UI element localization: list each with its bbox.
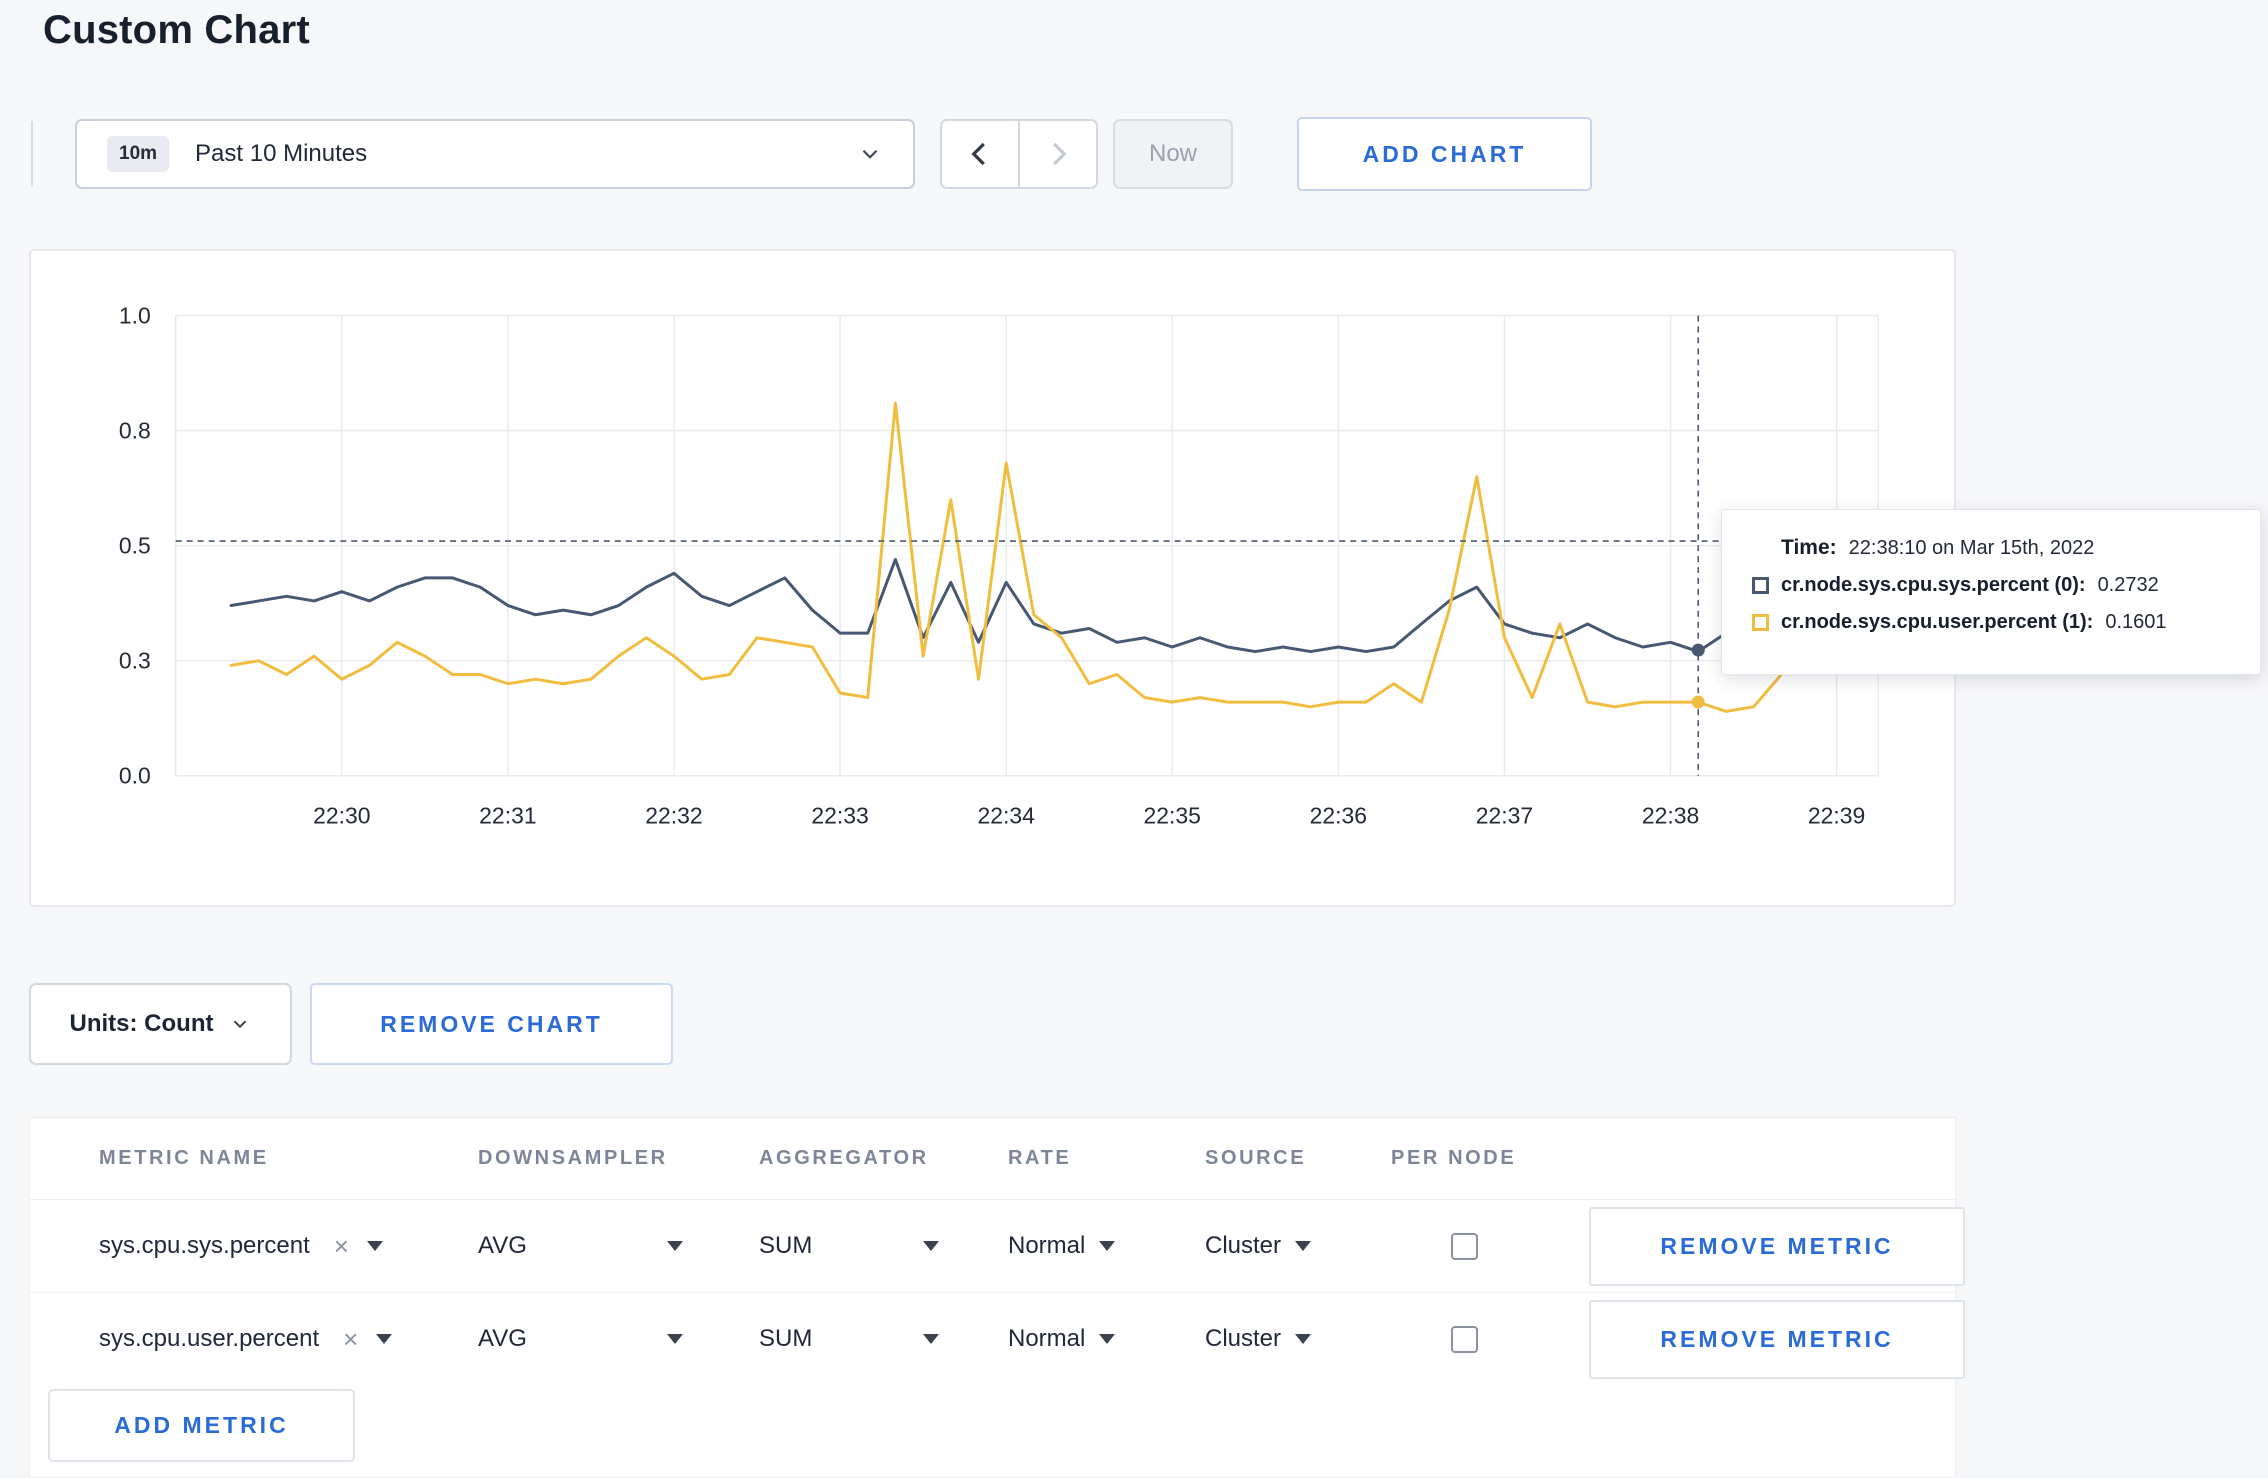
series-swatch-sys-icon: [1752, 577, 1769, 594]
metric-name-label: sys.cpu.user.percent: [99, 1325, 320, 1352]
remove-chart-button[interactable]: REMOVE CHART: [310, 983, 673, 1065]
series-swatch-user-icon: [1752, 614, 1769, 631]
now-button[interactable]: Now: [1113, 119, 1233, 189]
caret-down-icon: [366, 1241, 383, 1251]
add-chart-button[interactable]: ADD CHART: [1297, 117, 1592, 191]
tooltip-series-name: cr.node.sys.cpu.user.percent (1):: [1781, 611, 2094, 633]
table-row: sys.cpu.user.percent × AVG SUM Normal Cl…: [30, 1292, 1965, 1385]
svg-text:22:37: 22:37: [1476, 803, 1533, 829]
metric-rows: sys.cpu.sys.percent × AVG SUM Normal Clu…: [30, 1199, 1965, 1385]
tooltip-series-value: 0.1601: [2105, 611, 2167, 633]
svg-text:22:38: 22:38: [1642, 803, 1699, 829]
tooltip-time-row: Time: 22:38:10 on Mar 15th, 2022: [1752, 536, 2230, 560]
downsampler-value: AVG: [478, 1325, 527, 1352]
time-window-label: Past 10 Minutes: [195, 140, 368, 167]
downsampler-value: AVG: [478, 1232, 527, 1259]
col-header-rate: RATE: [1008, 1147, 1072, 1169]
metrics-table-header: METRIC NAME DOWNSAMPLER AGGREGATOR RATE …: [30, 1118, 1955, 1199]
tooltip-series-row: cr.node.sys.cpu.sys.percent (0): 0.2732: [1752, 574, 2230, 597]
chart-panel: 22:30 22:31 22:32 22:33 22:34 22:35 22:36 22:37…: [29, 249, 1956, 907]
rate-select[interactable]: Normal: [1008, 1325, 1116, 1353]
aggregator-select[interactable]: SUM: [759, 1325, 939, 1353]
col-header-per-node: PER NODE: [1391, 1147, 1517, 1169]
rate-value: Normal: [1008, 1325, 1086, 1352]
chevron-down-icon: [229, 1013, 251, 1035]
svg-text:22:39: 22:39: [1808, 803, 1865, 829]
downsampler-select[interactable]: AVG: [478, 1232, 683, 1260]
clear-metric-x-icon[interactable]: ×: [343, 1326, 358, 1352]
time-window-dropdown[interactable]: 10m Past 10 Minutes: [75, 119, 915, 189]
svg-text:22:33: 22:33: [811, 803, 868, 829]
clear-metric-x-icon[interactable]: ×: [334, 1233, 349, 1259]
chevron-down-icon: [857, 141, 883, 167]
caret-down-icon: [376, 1334, 393, 1344]
col-header-downsampler: DOWNSAMPLER: [478, 1147, 668, 1169]
chevron-left-icon: [965, 139, 995, 169]
chart-tooltip: Time: 22:38:10 on Mar 15th, 2022 cr.node…: [1721, 509, 2261, 675]
units-dropdown-label: Units: Count: [69, 1010, 214, 1037]
svg-text:22:36: 22:36: [1310, 803, 1367, 829]
svg-text:1.0: 1.0: [119, 303, 151, 329]
chevron-right-icon: [1043, 139, 1073, 169]
time-next-button[interactable]: [1018, 119, 1098, 189]
units-dropdown[interactable]: Units: Count: [29, 983, 292, 1065]
col-header-aggregator: AGGREGATOR: [759, 1147, 929, 1169]
table-row: sys.cpu.sys.percent × AVG SUM Normal Clu…: [30, 1199, 1965, 1292]
source-value: Cluster: [1205, 1232, 1282, 1259]
svg-text:0.5: 0.5: [119, 533, 151, 559]
svg-text:22:30: 22:30: [313, 803, 370, 829]
per-node-checkbox[interactable]: [1451, 1232, 1478, 1260]
aggregator-value: SUM: [759, 1325, 813, 1352]
remove-metric-button[interactable]: REMOVE METRIC: [1589, 1299, 1965, 1379]
downsampler-select[interactable]: AVG: [478, 1325, 683, 1353]
metric-name-label: sys.cpu.sys.percent: [99, 1232, 310, 1259]
aggregator-select[interactable]: SUM: [759, 1232, 939, 1260]
svg-text:0.0: 0.0: [119, 763, 151, 789]
time-prev-button[interactable]: [940, 119, 1020, 189]
caret-down-icon: [1295, 1334, 1312, 1344]
svg-text:0.8: 0.8: [119, 418, 151, 444]
chart-canvas[interactable]: 22:30 22:31 22:32 22:33 22:34 22:35 22:36 22:37…: [31, 251, 1954, 905]
caret-down-icon: [1099, 1334, 1116, 1344]
svg-text:0.3: 0.3: [119, 648, 151, 674]
toolbar-divider: [31, 121, 33, 187]
add-metric-button[interactable]: ADD METRIC: [48, 1389, 355, 1462]
svg-text:22:34: 22:34: [977, 803, 1035, 829]
tooltip-time-value: 22:38:10 on Mar 15th, 2022: [1848, 536, 2095, 559]
svg-text:22:31: 22:31: [479, 803, 536, 829]
metric-name-select[interactable]: sys.cpu.sys.percent ×: [99, 1232, 383, 1260]
source-select[interactable]: Cluster: [1205, 1232, 1312, 1260]
svg-text:22:32: 22:32: [645, 803, 702, 829]
caret-down-icon: [923, 1334, 939, 1344]
tooltip-series-name: cr.node.sys.cpu.sys.percent (0):: [1781, 574, 2086, 596]
tooltip-series-row: cr.node.sys.cpu.user.percent (1): 0.1601: [1752, 611, 2230, 634]
aggregator-value: SUM: [759, 1232, 813, 1259]
remove-metric-button[interactable]: REMOVE METRIC: [1589, 1206, 1965, 1286]
svg-text:22:35: 22:35: [1144, 803, 1201, 829]
caret-down-icon: [1099, 1241, 1116, 1251]
tooltip-series-value: 0.2732: [2097, 574, 2159, 596]
caret-down-icon: [667, 1334, 683, 1344]
col-header-source: SOURCE: [1205, 1147, 1307, 1169]
rate-select[interactable]: Normal: [1008, 1232, 1116, 1260]
time-window-badge: 10m: [107, 136, 170, 172]
caret-down-icon: [1295, 1241, 1312, 1251]
source-value: Cluster: [1205, 1325, 1282, 1352]
source-select[interactable]: Cluster: [1205, 1325, 1312, 1353]
col-header-metric-name: METRIC NAME: [99, 1147, 269, 1169]
page-title: Custom Chart: [43, 8, 310, 52]
caret-down-icon: [923, 1241, 939, 1251]
per-node-checkbox[interactable]: [1451, 1325, 1478, 1353]
tooltip-time-label: Time:: [1781, 536, 1837, 559]
metric-name-select[interactable]: sys.cpu.user.percent ×: [99, 1325, 393, 1353]
caret-down-icon: [667, 1241, 683, 1251]
rate-value: Normal: [1008, 1232, 1086, 1259]
